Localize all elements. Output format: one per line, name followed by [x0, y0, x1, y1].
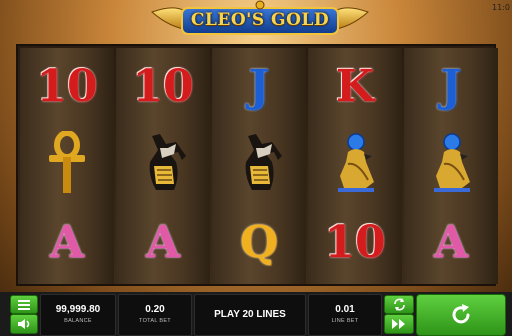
- symbol-10: 10: [324, 217, 386, 268]
- reel-1: 10 A: [20, 48, 114, 284]
- game-screen: 11:0 CLEO'S GOLD 10A10AJQK10JA: [0, 0, 512, 336]
- line-bet-display[interactable]: 0.01 LINE BET: [308, 294, 382, 336]
- spin-icon: [452, 304, 470, 324]
- line-bet-value: 0.01: [335, 304, 355, 315]
- reel-symbol: A: [404, 204, 498, 282]
- symbol-10: 10: [132, 61, 194, 112]
- play-lines-label: PLAY 20 LINES: [214, 309, 286, 320]
- balance-label: BALANCE: [64, 318, 92, 324]
- reel-symbol: [116, 126, 210, 204]
- total-bet-display[interactable]: 0.20 TOTAL BET: [118, 294, 192, 336]
- reel-2: 10 A: [116, 48, 210, 284]
- reel-3: JQ: [212, 48, 306, 284]
- reel-symbol: [212, 126, 306, 204]
- fast-forward-icon: [392, 319, 405, 329]
- reel-area: 10 A 10 A J Q K 10 J A: [16, 44, 498, 286]
- reel-symbol: A: [116, 204, 210, 282]
- reel-symbol: J: [212, 48, 306, 126]
- game-title: CLEO'S GOLD: [190, 10, 330, 30]
- total-bet-label: TOTAL BET: [139, 318, 171, 324]
- line-bet-label: LINE BET: [331, 318, 359, 324]
- reel-symbol: 10: [308, 204, 402, 282]
- symbol-a: A: [433, 217, 469, 268]
- falcon-icon: [330, 132, 380, 199]
- fast-forward-button[interactable]: [384, 314, 414, 334]
- symbol-q: Q: [239, 217, 279, 268]
- clock: 11:0: [492, 3, 510, 12]
- menu-icon: [18, 300, 30, 310]
- reel-symbol: Q: [212, 204, 306, 282]
- control-bar: 99,999.80 BALANCE 0.20 TOTAL BET PLAY 20…: [0, 292, 512, 336]
- symbol-j: J: [440, 61, 462, 112]
- anubis-icon: [234, 132, 284, 199]
- symbol-k: K: [335, 61, 375, 112]
- symbol-10: 10: [36, 61, 98, 112]
- balance-value: 99,999.80: [55, 304, 101, 315]
- play-lines-button[interactable]: PLAY 20 LINES: [194, 294, 306, 336]
- anubis-icon: [138, 132, 188, 199]
- reel-symbol: A: [20, 204, 114, 282]
- symbol-j: J: [248, 61, 270, 112]
- reel-symbol: J: [404, 48, 498, 126]
- reel-5: JA: [404, 48, 498, 284]
- reel-symbol: [20, 126, 114, 204]
- reel-symbol: K: [308, 48, 402, 126]
- ankh-icon: [45, 129, 89, 200]
- speaker-icon: [18, 319, 30, 329]
- reel-4: K 10: [308, 48, 402, 284]
- sound-button[interactable]: [10, 314, 38, 334]
- menu-button[interactable]: [10, 295, 38, 314]
- reel-symbol: 10: [116, 48, 210, 126]
- reel-symbol: 10: [20, 48, 114, 126]
- game-logo: CLEO'S GOLD: [150, 0, 370, 42]
- balance-display: 99,999.80 BALANCE: [40, 294, 116, 336]
- spin-button[interactable]: [416, 294, 506, 336]
- autoplay-button[interactable]: [384, 295, 414, 314]
- falcon-icon: [426, 132, 476, 199]
- symbol-a: A: [145, 217, 181, 268]
- autoplay-icon: [394, 298, 405, 311]
- reel-symbol: [404, 126, 498, 204]
- symbol-a: A: [49, 217, 85, 268]
- reel-symbol: [308, 126, 402, 204]
- total-bet-value: 0.20: [145, 304, 165, 315]
